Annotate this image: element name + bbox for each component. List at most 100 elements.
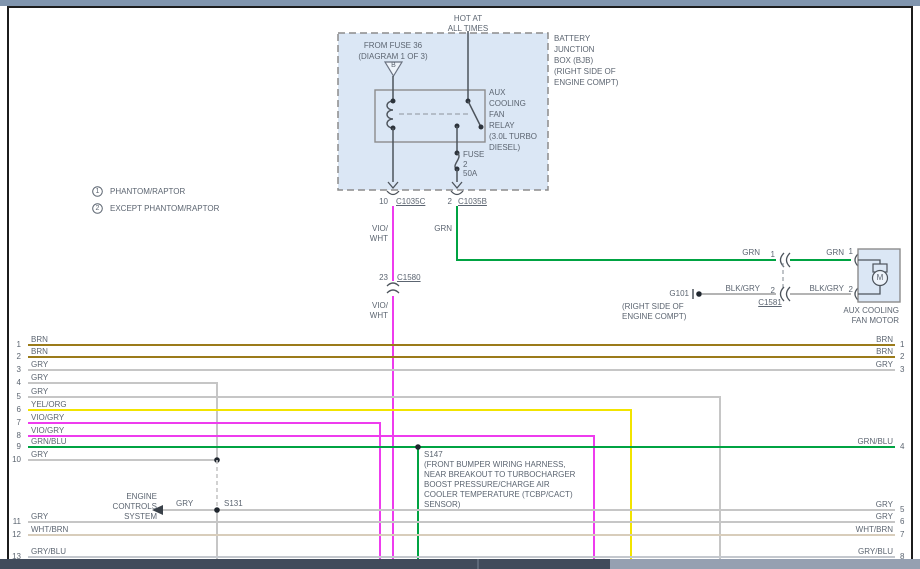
pin-2-right: 2 [840, 285, 853, 295]
splice-dot-s147 [415, 444, 421, 450]
connector-link-c1580[interactable]: C1580 [397, 273, 421, 283]
row-label-left: VIO/GRY [31, 426, 64, 436]
fan-motor-name-line2: FAN MOTOR [829, 316, 899, 326]
ground-label-g101: G101 [655, 289, 689, 299]
bjb-label-line1: BATTERY [554, 34, 590, 44]
fan-motor-name-line1: AUX COOLING [829, 306, 899, 316]
wire-label-grn-right: GRN [797, 248, 844, 258]
connector-cup-c1035b [451, 191, 463, 195]
inline-connector-c1580-b [387, 290, 399, 293]
s147-note-line4: COOLER TEMPERATURE (TCBP/CACT) [424, 490, 573, 500]
engine-controls-line3: SYSTEM [90, 512, 157, 522]
row-number-left: 11 [4, 517, 21, 527]
connector-cup-c1035c [387, 191, 399, 195]
engine-controls-line2: CONTROLS [90, 502, 157, 512]
row-label-right: GRY [790, 360, 893, 370]
hot-at-label: HOT AT [438, 14, 498, 24]
row-number-left: 4 [4, 378, 21, 388]
row-number-left: 3 [4, 365, 21, 375]
row-number-right: 5 [900, 505, 912, 515]
row-number-right: 1 [900, 340, 912, 350]
ground-location-line2: ENGINE COMPT) [622, 312, 686, 322]
row-number-left: 8 [4, 431, 21, 441]
row-number-left: 12 [4, 530, 21, 540]
horizontal-scrollbar-track[interactable] [0, 559, 920, 569]
row-label-right: GRY [790, 512, 893, 522]
row-label-left: GRY [31, 450, 48, 460]
wire-row-vio-gry-7 [28, 423, 380, 559]
fuse-rating: 50A [463, 169, 477, 179]
splice-label-s147: S147 [424, 450, 443, 460]
row-number-right: 7 [900, 530, 912, 540]
row-number-right: 2 [900, 352, 912, 362]
pin-2-left: 2 [762, 286, 775, 296]
bjb-label-line5: ENGINE COMPT) [554, 78, 618, 88]
s147-note-line5: SENSOR) [424, 500, 460, 510]
wire-label-vio-wht-a1: VIO/ [360, 224, 388, 234]
row-number-right: 4 [900, 442, 912, 452]
scrollbar-thumb[interactable] [610, 559, 920, 569]
relay-label-line1: AUX [489, 88, 505, 98]
bjb-label-line3: BOX (BJB) [554, 56, 593, 66]
relay-label-line2: COOLING [489, 99, 526, 109]
legend-text-1: PHANTOM/RAPTOR [110, 187, 185, 197]
connector-link-c1581[interactable]: C1581 [746, 298, 794, 308]
s147-note-line1: (FRONT BUMPER WIRING HARNESS, [424, 460, 566, 470]
legend-text-2: EXCEPT PHANTOM/RAPTOR [110, 204, 219, 214]
pin-23: 23 [371, 273, 388, 283]
wire-label-grn: GRN [420, 224, 452, 234]
row-label-right: GRY/BLU [790, 547, 893, 557]
wire-label-blkgry-left: BLK/GRY [712, 284, 760, 294]
relay-label-line5: (3.0L TURBO [489, 132, 537, 142]
row-label-left: GRY/BLU [31, 547, 66, 557]
wire-label-blkgry-right: BLK/GRY [797, 284, 844, 294]
relay-label-line3: FAN [489, 110, 505, 120]
bjb-label-line2: JUNCTION [554, 45, 594, 55]
pin-1-right: 1 [840, 247, 853, 257]
row-label-right: GRN/BLU [790, 437, 893, 447]
ground-location-line1: (RIGHT SIDE OF [622, 302, 684, 312]
row-number-left: 9 [4, 442, 21, 452]
row-number-left: 2 [4, 352, 21, 362]
from-fuse-label-line1: FROM FUSE 36 [358, 41, 428, 51]
pin-1-left: 1 [762, 250, 775, 260]
row-number-left: 7 [4, 418, 21, 428]
relay-switch-blade-end [479, 125, 484, 130]
row-label-left: GRY [31, 360, 48, 370]
ground-dot-g101 [696, 291, 702, 297]
legend-number-1: 1 [93, 188, 102, 196]
motor-m-letter: M [872, 273, 888, 283]
row-number-left: 5 [4, 392, 21, 402]
splice-label-s131: S131 [224, 499, 243, 509]
row-label-right: GRY [790, 500, 893, 510]
row-label-right: WHT/BRN [790, 525, 893, 535]
relay-label-line4: RELAY [489, 121, 515, 131]
relay-label-line6: DIESEL) [489, 143, 520, 153]
row-number-right: 3 [900, 365, 912, 375]
bjb-label-line4: (RIGHT SIDE OF [554, 67, 616, 77]
row-number-left: 10 [4, 455, 21, 465]
row-label-left: BRN [31, 335, 48, 345]
legend-number-2: 2 [93, 205, 102, 213]
row-label-right: BRN [790, 347, 893, 357]
pin-2: 2 [435, 197, 452, 207]
wiring-diagram-viewer: HOT AT ALL TIMES BATTERY JUNCTION BOX (B… [0, 0, 920, 569]
s147-note-line3: BOOST PRESSURE/CHARGE AIR [424, 480, 550, 490]
pin-10: 10 [371, 197, 388, 207]
row-label-left: BRN [31, 347, 48, 357]
connector-link-c1035b[interactable]: C1035B [458, 197, 487, 207]
from-fuse-label-line2: (DIAGRAM 1 OF 3) [354, 52, 432, 62]
splice-dot-s131 [214, 507, 220, 513]
row-label-left: VIO/GRY [31, 413, 64, 423]
s147-note-line2: NEAR BREAKOUT TO TURBOCHARGER [424, 470, 575, 480]
row-label-left: GRY [31, 512, 48, 522]
wire-label-s131-gry: GRY [176, 499, 193, 509]
fuse-label: FUSE [463, 150, 484, 160]
row-label-left: WHT/BRN [31, 525, 68, 535]
connector-link-c1035c[interactable]: C1035C [396, 197, 425, 207]
row-label-right: BRN [790, 335, 893, 345]
wire-label-grn-left: GRN [712, 248, 760, 258]
wire-label-vio-wht-b2: WHT [360, 311, 388, 321]
row-label-left: GRN/BLU [31, 437, 67, 447]
inline-connector-c1580-a [387, 283, 399, 286]
